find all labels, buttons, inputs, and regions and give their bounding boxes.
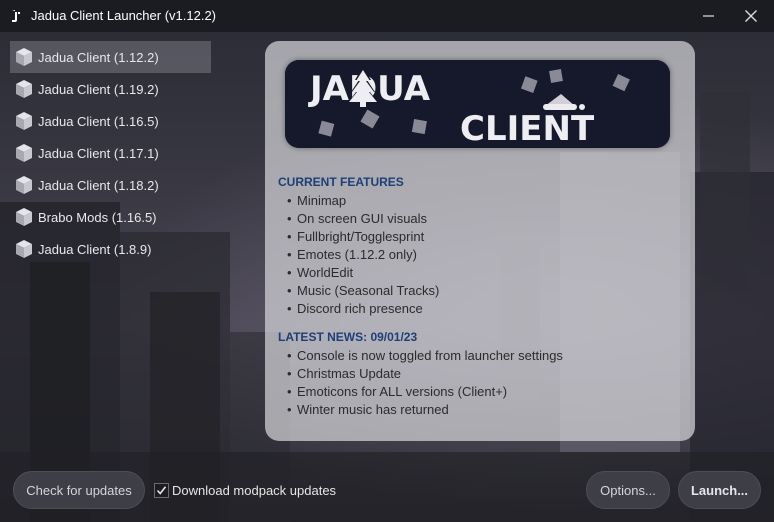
version-label: Jadua Client (1.18.2) bbox=[38, 177, 159, 193]
minimize-button[interactable] bbox=[694, 4, 724, 28]
download-updates-checkbox[interactable] bbox=[154, 483, 169, 498]
version-label: Jadua Client (1.12.2) bbox=[38, 49, 159, 65]
list-item: Emotes (1.12.2 only) bbox=[287, 246, 439, 264]
options-button[interactable]: Options... bbox=[586, 471, 670, 509]
launch-button[interactable]: Launch... bbox=[678, 471, 761, 509]
version-label: Jadua Client (1.16.5) bbox=[38, 113, 159, 129]
cube-icon bbox=[16, 48, 32, 66]
version-item[interactable]: Jadua Client (1.12.2) bbox=[10, 41, 211, 73]
list-item: Fullbright/Togglesprint bbox=[287, 228, 439, 246]
version-label: Jadua Client (1.19.2) bbox=[38, 81, 159, 97]
list-item: Winter music has returned bbox=[287, 401, 563, 419]
check-for-updates-button[interactable]: Check for updates bbox=[13, 471, 145, 509]
checkmark-icon bbox=[156, 486, 167, 495]
cube-icon bbox=[16, 240, 32, 258]
cube-icon bbox=[16, 112, 32, 130]
version-label: Brabo Mods (1.16.5) bbox=[38, 209, 157, 225]
list-item: Music (Seasonal Tracks) bbox=[287, 282, 439, 300]
list-item: On screen GUI visuals bbox=[287, 210, 439, 228]
jadua-logo-icon bbox=[12, 10, 20, 22]
version-label: Jadua Client (1.17.1) bbox=[38, 145, 159, 161]
version-label: Jadua Client (1.8.9) bbox=[38, 241, 152, 257]
title-bar: Jadua Client Launcher (v1.12.2) bbox=[0, 0, 774, 32]
list-item: Console is now toggled from launcher set… bbox=[287, 347, 563, 365]
features-list: Minimap On screen GUI visuals Fullbright… bbox=[287, 192, 439, 318]
list-item: WorldEdit bbox=[287, 264, 439, 282]
version-item[interactable]: Brabo Mods (1.16.5) bbox=[10, 201, 211, 233]
launcher-content: Jadua Client (1.12.2) Jadua Client (1.19… bbox=[0, 32, 774, 522]
version-item[interactable]: Jadua Client (1.17.1) bbox=[10, 137, 211, 169]
close-icon bbox=[745, 10, 757, 22]
minimize-icon bbox=[703, 15, 714, 17]
jadua-client-logo: JADUA CLIENT bbox=[285, 60, 670, 148]
logo-line2: CLIENT bbox=[460, 109, 595, 148]
cube-icon bbox=[16, 144, 32, 162]
download-updates-label[interactable]: Download modpack updates bbox=[172, 483, 336, 498]
list-item: Minimap bbox=[287, 192, 439, 210]
version-list: Jadua Client (1.12.2) Jadua Client (1.19… bbox=[10, 41, 211, 265]
news-list: Console is now toggled from launcher set… bbox=[287, 347, 563, 419]
info-panel: JADUA CLIENT CURRENT FEATURES Minimap On… bbox=[265, 41, 695, 441]
version-item[interactable]: Jadua Client (1.8.9) bbox=[10, 233, 211, 265]
cube-icon bbox=[16, 208, 32, 226]
news-heading: LATEST NEWS: 09/01/23 bbox=[278, 330, 418, 344]
window-title: Jadua Client Launcher (v1.12.2) bbox=[31, 8, 217, 23]
cube-icon bbox=[16, 176, 32, 194]
list-item: Discord rich presence bbox=[287, 300, 439, 318]
list-item: Christmas Update bbox=[287, 365, 563, 383]
cube-icon bbox=[16, 80, 32, 98]
version-item[interactable]: Jadua Client (1.16.5) bbox=[10, 105, 211, 137]
version-item[interactable]: Jadua Client (1.19.2) bbox=[10, 73, 211, 105]
features-heading: CURRENT FEATURES bbox=[278, 175, 404, 189]
close-button[interactable] bbox=[736, 4, 766, 28]
list-item: Emoticons for ALL versions (Client+) bbox=[287, 383, 563, 401]
version-item[interactable]: Jadua Client (1.18.2) bbox=[10, 169, 211, 201]
